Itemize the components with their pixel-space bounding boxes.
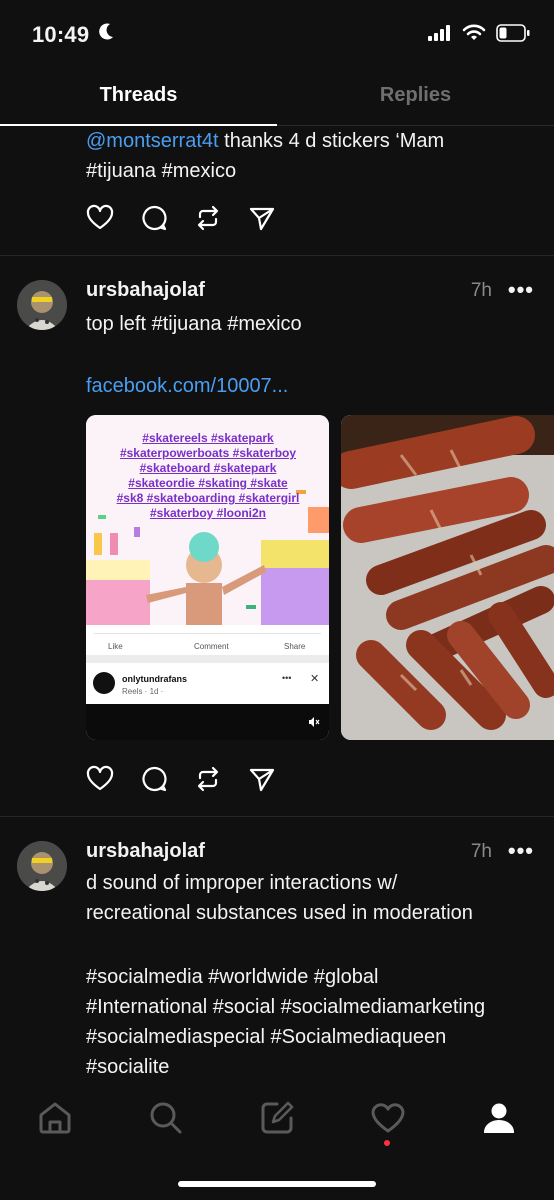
mention-link[interactable]: @montserrat4t [86, 130, 219, 152]
send-icon[interactable] [248, 765, 276, 793]
fb-share-label: Share [284, 642, 306, 651]
fb-reels-meta: Reels · 1d · [122, 687, 164, 696]
hashtag-line[interactable]: #socialmedia #worldwide #global [86, 962, 531, 992]
tab-threads[interactable]: Threads [0, 64, 277, 126]
heart-icon[interactable] [86, 765, 114, 793]
heart-icon[interactable] [368, 1098, 408, 1138]
send-icon[interactable] [248, 204, 276, 232]
post-image-screenshot[interactable]: #skatereels #skatepark #skaterpowerboats… [86, 415, 329, 740]
post-text-body: thanks 4 d stickers ‘Mam [218, 130, 445, 152]
search-icon[interactable] [146, 1098, 186, 1138]
status-bar: 10:49 [0, 0, 554, 64]
post-time: 7h [470, 841, 492, 862]
comment-icon[interactable] [140, 204, 168, 232]
fb-page-name: onlytundrafans [122, 674, 188, 684]
mute-icon [308, 715, 320, 733]
post-image-photo[interactable] [341, 415, 554, 740]
thread-post: @montserrat4t thanks 4 d stickers ‘Mam #… [0, 126, 554, 256]
hashtag-line[interactable]: #socialmediaspecial #Socialmediaqueen [86, 1022, 531, 1052]
post-text-line: d sound of improper interactions w/ [86, 872, 398, 894]
hashtag-line: #sk8 #skateboarding #skatergirl [116, 491, 300, 505]
profile-icon[interactable] [479, 1098, 519, 1138]
hashtag-line[interactable]: #socialite [86, 1052, 531, 1082]
hashtag-line: #skaterboy #looni2n [149, 506, 267, 520]
post-actions [86, 765, 276, 793]
post-time: 7h [470, 280, 492, 301]
post-hashtags[interactable]: #tijuana #mexico [86, 160, 236, 182]
avatar[interactable] [17, 841, 67, 891]
fb-close-icon: ✕ [310, 673, 320, 685]
screenshot-hashtags: #skatereels #skatepark #skaterpowerboats… [98, 431, 318, 521]
fb-comment-label: Comment [194, 642, 229, 651]
more-options-icon[interactable]: ••• [508, 277, 534, 303]
home-icon[interactable] [35, 1098, 75, 1138]
tab-replies[interactable]: Replies [277, 64, 554, 125]
post-text: @montserrat4t thanks 4 d stickers ‘Mam #… [86, 126, 526, 186]
bottom-nav [0, 1082, 554, 1200]
hashtag-line: #skateboard #skatepark [139, 461, 277, 475]
fb-more-icon: ••• [282, 673, 292, 683]
hashtag-line: #skatereels #skatepark [142, 431, 274, 445]
post-hashtags: #socialmedia #worldwide #global #Interna… [86, 962, 531, 1082]
username[interactable]: ursbahajolaf [86, 279, 205, 302]
compose-icon[interactable] [257, 1098, 297, 1138]
status-time: 10:49 [32, 22, 90, 47]
repost-icon[interactable] [194, 765, 222, 793]
post-text-line: recreational substances used in moderati… [86, 902, 473, 924]
home-indicator [178, 1181, 376, 1187]
wifi-icon [462, 24, 486, 47]
hashtag-line: #skaterpowerboats #skaterboy [119, 446, 297, 460]
fb-like-label: Like [108, 642, 123, 651]
repost-icon[interactable] [194, 204, 222, 232]
battery-icon [496, 24, 530, 47]
heart-icon[interactable] [86, 204, 114, 232]
moon-icon [97, 22, 115, 48]
hashtag-line[interactable]: #International #social #socialmediamarke… [86, 992, 531, 1022]
username[interactable]: ursbahajolaf [86, 840, 205, 863]
comment-icon[interactable] [140, 765, 168, 793]
avatar[interactable] [17, 280, 67, 330]
post-text: d sound of improper interactions w/ recr… [86, 868, 531, 928]
post-text: top left #tijuana #mexico [86, 313, 302, 335]
post-link[interactable]: facebook.com/10007... [86, 371, 531, 401]
notification-dot [384, 1140, 390, 1146]
hashtag-line: #skateordie #skating #skate [128, 476, 288, 490]
post-actions [86, 204, 276, 232]
more-options-icon[interactable]: ••• [508, 838, 534, 864]
signal-icon [428, 25, 452, 46]
thread-post: ursbahajolaf 7h ••• d sound of improper … [0, 818, 554, 1082]
profile-tabs: Threads Replies [0, 64, 554, 126]
